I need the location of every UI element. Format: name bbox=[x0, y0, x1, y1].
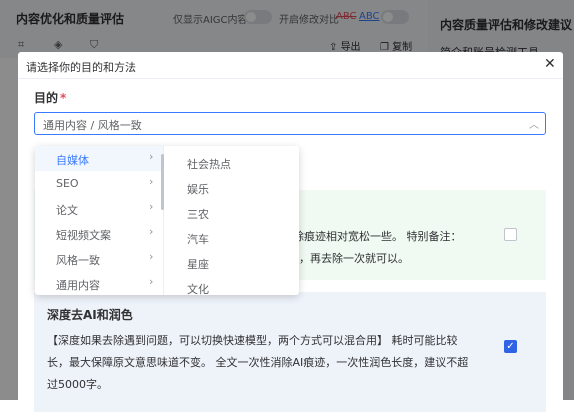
cascader-option-seo[interactable]: SEO › bbox=[35, 171, 163, 196]
cascader-scrollbar[interactable] bbox=[161, 154, 164, 210]
dialog-title: 请选择你的目的和方法 bbox=[26, 61, 136, 74]
cascader-option-label: 风格一致 bbox=[56, 254, 100, 267]
fast-method-checkbox[interactable] bbox=[504, 228, 517, 241]
chevron-right-icon: › bbox=[149, 175, 154, 188]
deep-method-text-line1: 【深度如果去除遇到问题，可以切换快速模型，两个方式可以混合用】 耗时可能比较 bbox=[47, 334, 458, 347]
purpose-label: 目的 * bbox=[34, 91, 67, 105]
cascader-option-style[interactable]: 风格一致 › bbox=[35, 246, 163, 271]
cascader-suboption[interactable]: 娱乐 bbox=[167, 175, 299, 200]
chevron-right-icon: › bbox=[149, 225, 154, 238]
cascader-level2-menu: 社会热点 娱乐 三农 汽车 星座 文化 bbox=[167, 146, 299, 295]
cascader-option-self-media[interactable]: 自媒体 › bbox=[35, 146, 163, 171]
cascader-suboption-label: 娱乐 bbox=[187, 183, 209, 196]
cascader-suboption-label: 星座 bbox=[187, 258, 209, 271]
cascader-suboption-label: 社会热点 bbox=[187, 158, 231, 171]
purpose-cascader-dropdown: 自媒体 › SEO › 论文 › 短视频文案 › 风格一致 › 通用内容 › 社… bbox=[35, 146, 299, 295]
cascader-option-short-video[interactable]: 短视频文案 › bbox=[35, 221, 163, 246]
deep-method-title: 深度去AI和润色 bbox=[47, 308, 133, 322]
cascader-suboption[interactable]: 三农 bbox=[167, 200, 299, 225]
cascader-option-general[interactable]: 通用内容 › bbox=[35, 271, 163, 295]
close-icon[interactable]: ✕ bbox=[544, 56, 556, 72]
purpose-select[interactable]: 通用内容 / 风格一致 ︿ bbox=[34, 112, 546, 135]
cascader-suboption[interactable]: 文化 bbox=[167, 275, 299, 295]
chevron-right-icon: › bbox=[149, 200, 154, 213]
required-mark: * bbox=[60, 91, 67, 105]
cascader-suboption-label: 三农 bbox=[187, 208, 209, 221]
cascader-suboption[interactable]: 汽车 bbox=[167, 225, 299, 250]
cascader-option-label: 短视频文案 bbox=[56, 229, 111, 242]
deep-method-checkbox[interactable]: ✓ bbox=[504, 340, 517, 353]
chevron-right-icon: › bbox=[149, 150, 154, 163]
deep-method-text-line3: 过5000字。 bbox=[47, 378, 108, 391]
chevron-up-icon: ︿ bbox=[529, 120, 539, 131]
fast-method-text-line2: 入，再去除一次就可以。 bbox=[288, 252, 409, 265]
cascader-option-label: 自媒体 bbox=[56, 154, 89, 167]
dialog-header: 请选择你的目的和方法 ✕ bbox=[18, 52, 563, 79]
chevron-right-icon: › bbox=[149, 250, 154, 263]
cascader-option-label: 论文 bbox=[56, 204, 78, 217]
cascader-suboption[interactable]: 星座 bbox=[167, 250, 299, 275]
cascader-option-paper[interactable]: 论文 › bbox=[35, 196, 163, 221]
cascader-suboption-label: 文化 bbox=[187, 283, 209, 295]
cascader-suboption-label: 汽车 bbox=[187, 233, 209, 246]
chevron-right-icon: › bbox=[149, 275, 154, 288]
cascader-option-label: SEO bbox=[56, 177, 79, 190]
cascader-level1-menu: 自媒体 › SEO › 论文 › 短视频文案 › 风格一致 › 通用内容 › bbox=[35, 146, 164, 295]
cascader-option-label: 通用内容 bbox=[56, 279, 100, 292]
purpose-select-value: 通用内容 / 风格一致 bbox=[43, 119, 142, 132]
fast-method-text-line1: 去除痕迹相对宽松一些。 特别备注： bbox=[282, 230, 462, 243]
deep-method-text-line2: 长，最大保障原文意思味道不变。 全文一次性消除AI痕迹，一次性润色长度，建议不超 bbox=[47, 356, 469, 369]
cascader-suboption[interactable]: 社会热点 bbox=[167, 150, 299, 175]
